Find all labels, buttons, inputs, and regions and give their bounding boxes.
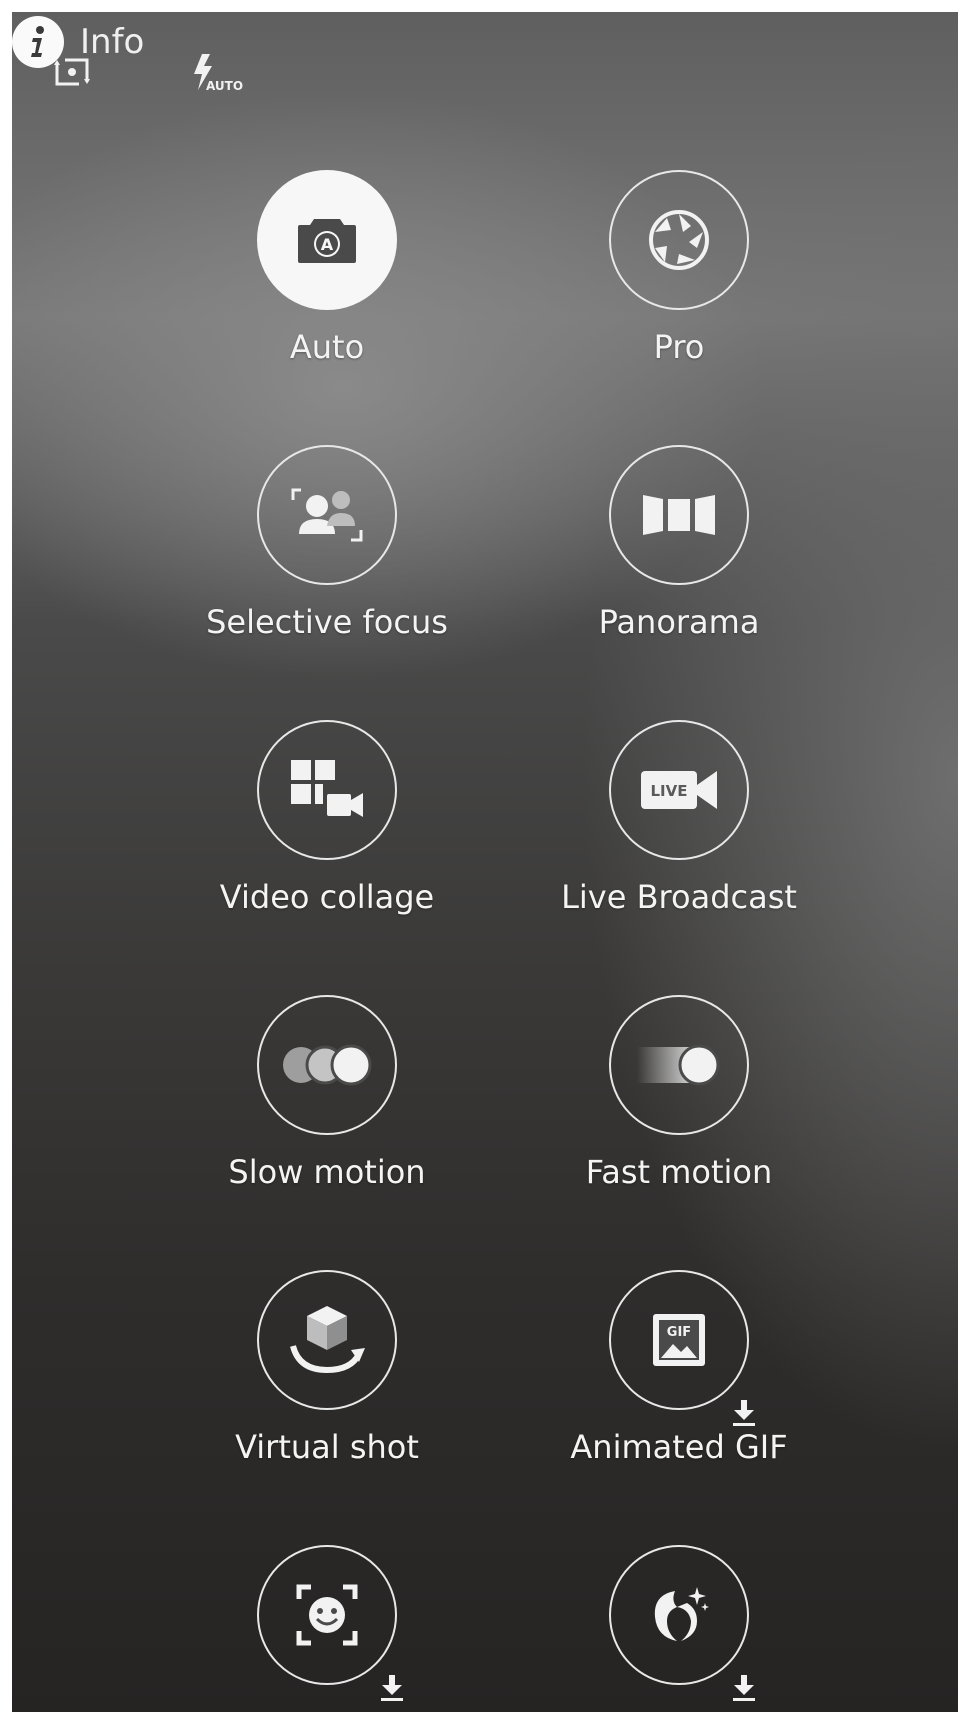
mode-selective-focus-button[interactable] bbox=[257, 445, 397, 585]
mode-label: Selective focus bbox=[206, 603, 448, 641]
mode-slow-motion[interactable]: Slow motion bbox=[177, 995, 477, 1191]
mode-label: Slow motion bbox=[228, 1153, 426, 1191]
svg-text:GIF: GIF bbox=[667, 1325, 691, 1340]
aperture-icon bbox=[649, 210, 709, 270]
panorama-icon bbox=[643, 495, 715, 535]
animated-gif-icon: GIF bbox=[653, 1314, 705, 1366]
mode-video-collage[interactable]: Video collage bbox=[177, 720, 477, 916]
beauty-face-icon bbox=[654, 1587, 709, 1641]
mode-animated-gif-button[interactable]: GIF bbox=[609, 1270, 755, 1426]
mode-auto[interactable]: A Auto bbox=[177, 170, 477, 366]
mode-panorama[interactable]: Panorama bbox=[529, 445, 829, 641]
mode-animated-gif[interactable]: GIF Animated GIF bbox=[529, 1270, 829, 1466]
mode-fast-motion[interactable]: Fast motion bbox=[529, 995, 829, 1191]
mode-auto-button[interactable]: A bbox=[257, 170, 397, 310]
mode-label: Panorama bbox=[598, 603, 760, 641]
flash-auto-button[interactable]: AUTO bbox=[192, 52, 252, 100]
mode-face-sticker[interactable] bbox=[177, 1545, 477, 1703]
virtual-shot-icon bbox=[290, 1306, 365, 1374]
info-button[interactable]: Info bbox=[12, 12, 958, 72]
mode-pro-button[interactable] bbox=[609, 170, 749, 310]
mode-label: Auto bbox=[289, 328, 365, 366]
mode-face-sticker-button[interactable] bbox=[257, 1545, 403, 1701]
flash-auto-icon: AUTO bbox=[194, 54, 243, 93]
mode-label: Live Broadcast bbox=[561, 878, 797, 916]
mode-panorama-button[interactable] bbox=[609, 445, 749, 585]
switch-camera-icon[interactable] bbox=[50, 50, 94, 94]
video-collage-icon bbox=[291, 760, 363, 817]
mode-beauty-face-button[interactable] bbox=[609, 1545, 755, 1701]
mode-pro[interactable]: Pro bbox=[529, 170, 829, 366]
mode-label: Pro bbox=[653, 328, 705, 366]
mode-video-collage-button[interactable] bbox=[257, 720, 397, 860]
download-icon bbox=[733, 1400, 755, 1426]
download-icon bbox=[733, 1675, 755, 1701]
slow-motion-icon bbox=[283, 1044, 372, 1086]
camera-auto-icon: A bbox=[298, 219, 356, 263]
download-icon bbox=[381, 1675, 403, 1701]
live-broadcast-icon: LIVE bbox=[641, 771, 717, 809]
mode-virtual-shot-button[interactable] bbox=[257, 1270, 397, 1410]
svg-text:A: A bbox=[321, 235, 334, 254]
flash-auto-text: AUTO bbox=[206, 79, 243, 93]
mode-label: Animated GIF bbox=[570, 1428, 788, 1466]
live-text: LIVE bbox=[651, 782, 688, 800]
mode-fast-motion-button[interactable] bbox=[609, 995, 749, 1135]
mode-live-broadcast[interactable]: LIVE Live Broadcast bbox=[529, 720, 829, 916]
mode-label: Virtual shot bbox=[235, 1428, 419, 1466]
mode-live-broadcast-button[interactable]: LIVE bbox=[609, 720, 749, 860]
mode-selective-focus[interactable]: Selective focus bbox=[177, 445, 477, 641]
face-sticker-icon bbox=[296, 1584, 358, 1646]
mode-beauty-face[interactable] bbox=[529, 1545, 829, 1703]
fast-motion-icon bbox=[637, 1044, 720, 1086]
mode-label: Video collage bbox=[219, 878, 435, 916]
mode-virtual-shot[interactable]: Virtual shot bbox=[177, 1270, 477, 1466]
mode-slow-motion-button[interactable] bbox=[257, 995, 397, 1135]
mode-label: Fast motion bbox=[585, 1153, 773, 1191]
selective-focus-icon bbox=[291, 488, 363, 542]
camera-mode-screen: AUTO Info A Auto Pro Selective focus Pan… bbox=[12, 12, 958, 1712]
